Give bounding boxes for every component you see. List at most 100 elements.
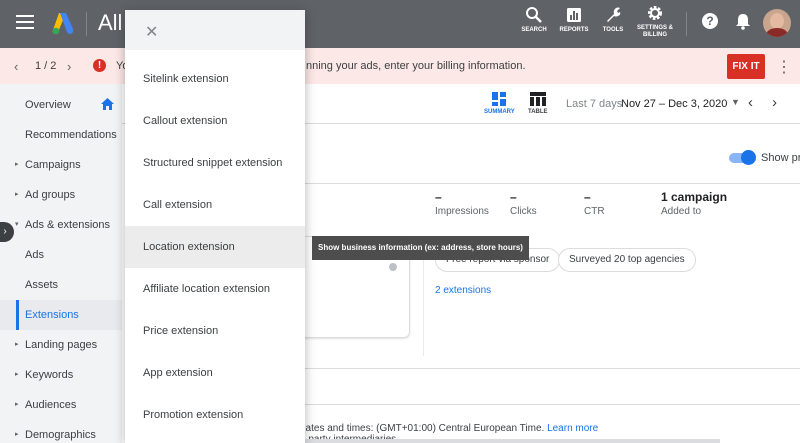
header-divider [86,12,87,36]
sidebar-item-label: Ads & extensions [25,219,110,231]
table-icon [529,92,546,106]
settings-label-line1: SETTINGS & [636,25,673,31]
error-icon: ! [93,59,106,72]
dashboard-icon [492,92,507,106]
sidebar-item-label: Demographics [25,429,96,441]
help-icon[interactable]: ? [701,12,719,30]
chevron-right-icon[interactable]: › [67,59,71,74]
chevron-left-icon[interactable]: ‹ [748,94,753,111]
caret-right-icon: ▸ [15,191,19,198]
dropdown-arrow-icon[interactable]: ▼ [731,97,740,107]
show-toggle-label: Show pre [761,152,800,164]
menu-icon[interactable] [16,15,34,33]
section-divider [300,404,800,405]
extension-type-menu: ✕ Sitelink extension Callout extension S… [125,10,305,443]
sidebar-item-label: Landing pages [25,339,98,351]
settings-billing-button[interactable]: SETTINGS & BILLING [636,4,674,39]
sitelink-chip[interactable]: Surveyed 20 top agencies [558,248,696,272]
header-divider-right [686,12,687,36]
sidebar-item-audiences[interactable]: ▸ Audiences [0,390,122,420]
added-to-label: Added to [661,206,702,217]
sidebar-item-assets[interactable]: Assets [0,270,122,300]
learn-more-link[interactable]: Learn more [547,423,598,434]
caret-right-icon: ▸ [15,371,19,378]
alert-message-end: nning your ads, enter your billing infor… [306,60,526,72]
table-view-button[interactable]: TABLE [528,92,548,115]
sidebar-item-landing-pages[interactable]: ▸ Landing pages [0,330,122,360]
caret-right-icon: ▸ [15,401,19,408]
caret-right-icon: ▸ [15,161,19,168]
avatar[interactable] [763,9,791,37]
sidebar-item-ads-extensions[interactable]: ▾ Ads & extensions [0,210,122,240]
search-tool-button[interactable]: SEARCH [521,6,547,34]
location-extension-tooltip: Show business information (ex: address, … [312,236,529,260]
gear-icon [648,6,662,20]
billing-alert-bar: ‹ 1 / 2 › ! Yo nning your ads, enter you… [0,48,800,84]
sidebar-item-label: Assets [25,279,59,291]
stats-divider [300,183,800,184]
menu-header: ✕ [125,10,305,50]
horizontal-scrollbar[interactable] [300,439,720,443]
menu-item-app[interactable]: App extension [125,352,305,394]
sidebar-item-label: Ads [25,249,44,261]
more-vert-icon[interactable]: ⋮ [776,57,792,77]
sidebar-item-label: Overview [25,99,71,111]
menu-item-structured-snippet[interactable]: Structured snippet extension [125,142,305,184]
ctr-value: – [584,190,591,204]
sidebar-item-extensions[interactable]: Extensions [0,300,122,330]
ctr-label: CTR [584,206,605,217]
added-to-value: 1 campaign [661,190,728,204]
menu-item-call[interactable]: Call extension [125,184,305,226]
caret-right-icon: ▸ [15,431,19,438]
menu-item-promotion[interactable]: Promotion extension [125,394,305,436]
table-label: TABLE [528,109,548,115]
impressions-value: – [435,190,442,204]
sidebar-item-label: Extensions [25,309,79,321]
reports-icon [567,8,581,22]
menu-item-price[interactable]: Price extension [125,310,305,352]
sidebar-nav: Overview Recommendations ▸ Campaigns ▸ A… [0,84,122,443]
wrench-icon [607,7,621,22]
fix-it-button[interactable]: FIX IT [727,54,765,79]
section-divider [300,368,800,369]
summary-view-button[interactable]: SUMMARY [484,92,515,115]
sidebar-item-label: Campaigns [25,159,81,171]
timezone-note: dates and times: (GMT+01:00) Central Eur… [300,423,598,434]
sidebar-item-ads[interactable]: Ads [0,240,122,270]
chevron-right-icon[interactable]: › [772,94,777,111]
sidebar-item-label: Ad groups [25,189,76,201]
menu-item-affiliate-location[interactable]: Affiliate location extension [125,268,305,310]
sidebar-item-keywords[interactable]: ▸ Keywords [0,360,122,390]
show-toggle-knob[interactable] [741,150,756,165]
date-range-value[interactable]: Nov 27 – Dec 3, 2020 [621,98,727,110]
tools-tool-button[interactable]: TOOLS [600,6,626,34]
clicks-value: – [510,190,517,204]
top-app-bar: All c SEARCH REPORTS TOOLS SETTINGS & BI… [0,0,800,48]
settings-label-line2: BILLING [643,32,667,38]
sidebar-item-recommendations[interactable]: Recommendations [0,120,122,150]
menu-item-sitelink[interactable]: Sitelink extension [125,58,305,100]
sidebar-item-ad-groups[interactable]: ▸ Ad groups [0,180,122,210]
search-icon [526,7,542,23]
summary-label: SUMMARY [484,109,515,115]
extensions-link[interactable]: 2 extensions [435,285,491,296]
menu-item-location[interactable]: Location extension [125,226,305,268]
close-icon[interactable]: ✕ [145,22,158,42]
impressions-label: Impressions [435,206,489,217]
chevron-left-icon[interactable]: ‹ [14,59,18,74]
tools-tool-label: TOOLS [602,27,624,33]
home-icon [101,98,114,110]
menu-item-callout[interactable]: Callout extension [125,100,305,142]
sidebar-item-overview[interactable]: Overview [0,90,122,120]
sidebar-item-label: Recommendations [25,129,117,141]
info-icon[interactable] [389,263,397,271]
alert-pager: 1 / 2 [35,60,57,72]
bell-icon[interactable] [735,12,751,30]
google-ads-logo-icon[interactable] [50,10,76,36]
sidebar-item-demographics[interactable]: ▸ Demographics [0,420,122,443]
sidebar-item-campaigns[interactable]: ▸ Campaigns [0,150,122,180]
caret-down-icon: ▾ [15,221,19,228]
reports-tool-button[interactable]: REPORTS [559,6,589,34]
caret-right-icon: ▸ [15,341,19,348]
clicks-label: Clicks [510,206,537,217]
